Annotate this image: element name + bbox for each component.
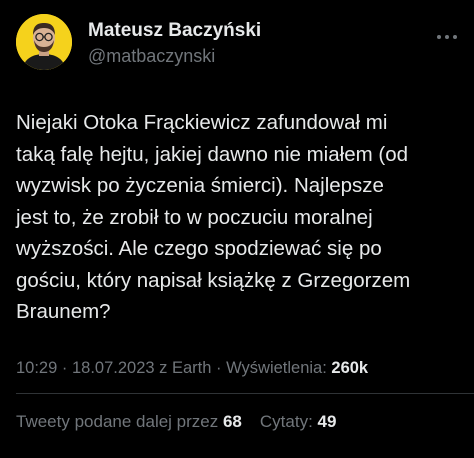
divider xyxy=(16,393,474,394)
tweet-date[interactable]: 18.07.2023 xyxy=(72,359,155,377)
author-name[interactable]: Mateusz Baczyński xyxy=(88,20,261,42)
tweet-source: z Earth xyxy=(154,359,212,377)
quotes-stat[interactable]: Cytaty: 49 xyxy=(260,412,337,431)
quotes-count: 49 xyxy=(317,412,337,431)
meta-separator: · xyxy=(211,359,227,377)
author-info: Mateusz Baczyński @matbaczynski xyxy=(88,20,261,67)
views-label: Wyświetlenia: xyxy=(226,359,332,377)
tweet-time[interactable]: 10:29 xyxy=(16,359,57,377)
tweet-text: Niejaki Otoka Frąckiewicz zafundował mi … xyxy=(16,111,411,323)
tweet-header: Mateusz Baczyński @matbaczynski xyxy=(16,14,458,72)
meta-separator: · xyxy=(57,359,72,377)
author-handle[interactable]: @matbaczynski xyxy=(88,45,261,67)
more-horizontal-icon[interactable] xyxy=(436,28,458,39)
tweet-stats: Tweety podane dalej przez 68 Cytaty: 49 xyxy=(16,412,336,432)
retweets-count: 68 xyxy=(222,412,242,431)
tweet: Mateusz Baczyński @matbaczynski Niejaki … xyxy=(0,0,474,458)
retweets-label: Tweety podane dalej przez xyxy=(16,412,223,431)
views-count: 260k xyxy=(331,359,369,377)
quotes-label: Cytaty: xyxy=(259,412,318,431)
avatar[interactable] xyxy=(16,14,72,70)
tweet-meta: 10:29 · 18.07.2023 z Earth · Wyświetleni… xyxy=(16,358,368,378)
retweets-stat[interactable]: Tweety podane dalej przez 68 xyxy=(16,412,242,431)
profile-photo-icon xyxy=(16,14,72,70)
